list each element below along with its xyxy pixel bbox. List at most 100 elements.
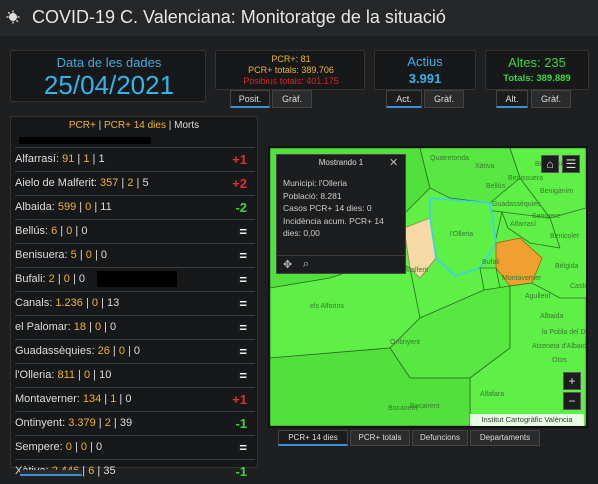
tab-pcr14[interactable]: PCR+ 14 dies [278,430,348,446]
map-label: Ontinyent [390,339,420,346]
trend-indicator: +1 [232,152,247,167]
home-icon[interactable]: ⌂ [541,155,559,173]
list-item[interactable]: Aielo de Malferit: 357 | 2 | 5 +2 [15,171,255,195]
pan-icon[interactable]: ✥ [283,258,292,271]
map-label: Sempere [532,213,561,220]
separator: | [101,393,111,405]
list-tab-indicator[interactable] [20,470,82,476]
tab-departments[interactable]: Departaments [470,430,540,446]
municipality-name: Sempere [15,441,60,453]
discharges-button[interactable]: Alt. [496,90,528,108]
deaths-count: 13 [107,297,120,309]
tab-deaths[interactable]: Defuncions [412,430,468,446]
map-label: Bocairent [388,405,418,412]
positives-button[interactable]: Posit. [230,90,270,108]
list-icon[interactable]: ☰ [562,155,580,173]
date-card: Data de les dades 25/04/2021 [10,50,206,102]
positives-chart-button[interactable]: Gràf. [272,90,312,108]
list-item[interactable]: Bellús: 6 | 0 | 0 = [15,219,255,243]
header-pcr14: PCR+ 14 dies [103,120,166,131]
trend-indicator: = [239,344,247,359]
map-label: Benicolet [550,233,579,240]
list-item[interactable]: Albaida: 599 | 0 | 11 -2 [15,195,255,219]
separator: | [82,297,92,309]
deaths-count: 11 [100,201,112,213]
active-card: Actius 3.991 [374,50,476,90]
virus-app-icon [6,10,20,24]
municipality-name: Aielo de Malferit [15,177,94,189]
municipality-name: Alfarrasí [15,153,56,165]
pcr-count: 3.379 [68,417,96,429]
list-item[interactable]: el Palomar: 18 | 0 | 0 = [15,315,255,339]
trend-indicator: -1 [235,464,247,479]
discharges-card: Altes: 235 Totals: 389.889 [485,50,589,90]
list-item[interactable]: l'Olleria: 811 | 0 | 10 = [15,363,255,387]
trend-indicator: = [239,368,247,383]
list-item[interactable]: Benisuera: 5 | 0 | 0 = [15,243,255,267]
trend-indicator: -2 [235,200,247,215]
active-chart-button[interactable]: Gràf. [424,90,464,108]
header-sep-2: | [165,120,175,131]
deaths-count: 5 [142,177,149,189]
separator: | [76,249,86,261]
map-label: Alfarrasí [510,221,536,228]
map-label: Castelló de Rugat [570,283,586,290]
popup-cases: Casos PCR+ 14 dies: 0 [283,203,372,213]
pcr-count: 357 [100,177,119,189]
header-pcr: PCR+ [68,120,96,131]
map-label: Bellús [486,183,506,190]
zoom-out-button[interactable]: − [563,392,581,410]
municipality-name: Benisuera [15,249,65,261]
deaths-count: 0 [133,345,141,357]
deaths-count: 1 [98,153,105,165]
map-label: la Pobla del Duc [542,329,586,336]
list-item[interactable]: Sempere: 0 | 0 | 0 = [15,435,255,459]
trend-indicator: = [239,272,247,287]
popup-body: Municipi: l'Olleria Població: 8.281 Caso… [283,177,403,240]
municipality-name: Ontinyent [15,417,63,429]
list-item[interactable]: Guadassèquies: 26 | 0 | 0 = [15,339,255,363]
pcr-count: 91 [62,153,75,165]
active-button[interactable]: Act. [386,90,422,108]
list-item[interactable]: Ontinyent: 3.379 | 2 | 39 -1 [15,411,255,435]
municipality-list-panel: PCR+ | PCR+ 14 dies | Morts Alfarrasí: 9… [10,116,258,479]
municipality-name: Montaverner [15,393,77,405]
trend-indicator: -1 [235,416,247,431]
deaths-count: 35 [103,465,116,477]
separator: | [124,345,134,357]
separator: | [101,321,111,333]
map-label: Quatretonda [430,155,469,162]
redacted-bar [19,137,151,144]
close-icon[interactable]: ✕ [389,156,398,169]
zoom-to-icon[interactable]: ⌕ [303,258,309,271]
zoom-in-button[interactable]: + [563,372,581,390]
deaths-count: 0 [78,273,85,285]
discharges-chart-button[interactable]: Gràf. [531,90,571,108]
trend-indicator: = [239,224,247,239]
list-item[interactable]: Bufali: 2 | 0 | 0 = [15,267,255,291]
active-value: 3.991 [408,71,442,86]
date-label: Data de les dades [56,55,162,70]
separator: | [75,369,84,381]
redacted-block [97,271,177,288]
pcr-count: 18 [73,321,86,333]
list-item[interactable]: Montaverner: 134 | 1 | 0 +1 [15,387,255,411]
map-label: Bèlgida [555,263,578,270]
popup-municipality: Municipi: l'Olleria [283,178,347,188]
list-item[interactable]: Canals: 1.236 | 0 | 13 = [15,291,255,315]
deaths-count: 0 [125,393,132,405]
pcr-total: PCR+ totals: 389.706 [248,65,334,75]
trend-indicator: = [239,296,247,311]
separator: | [69,273,79,285]
deaths-count: 0 [110,321,117,333]
separator: | [94,465,104,477]
municipality-name: Bellús [15,225,45,237]
date-value: 25/04/2021 [43,70,175,100]
municipality-name: Canals [15,297,50,309]
tab-pcr-totals[interactable]: PCR+ totals [350,430,410,446]
list-item[interactable]: Alfarrasí: 91 | 1 | 1 +1 [15,147,255,171]
map-label: Xàtiva [475,163,495,170]
pcr-count: 134 [82,393,102,405]
pcr-count: 26 [97,345,110,357]
separator: | [110,417,120,429]
